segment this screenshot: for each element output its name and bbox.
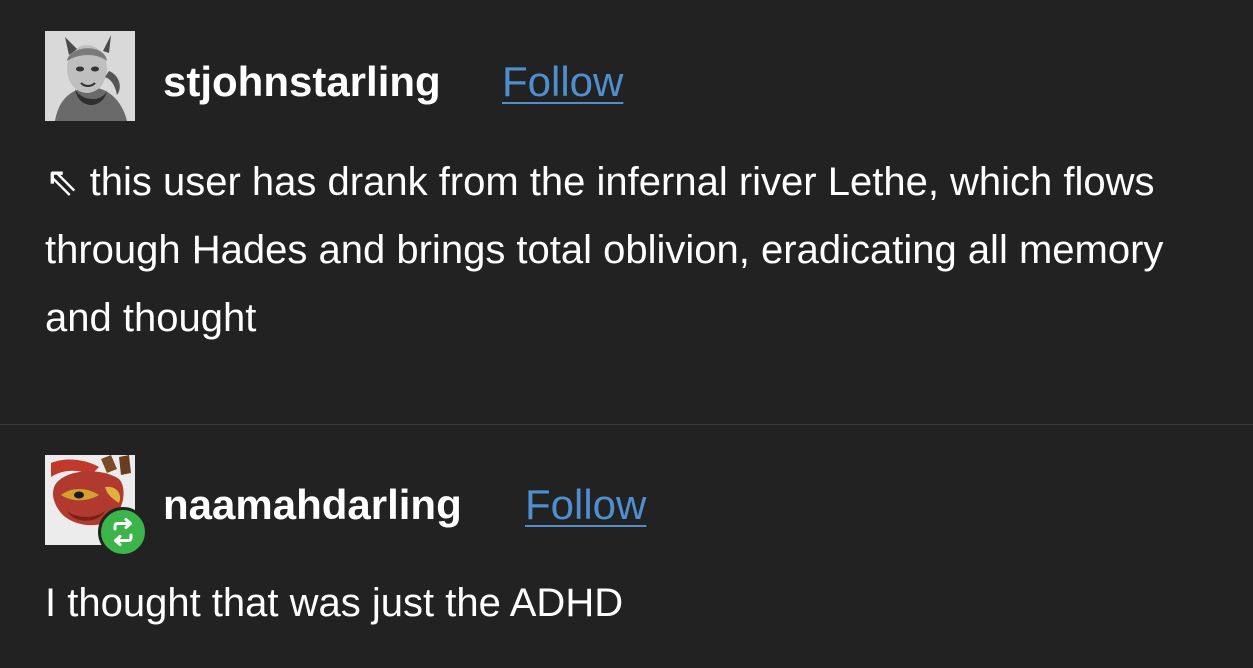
post-body: ⇖ this user has drank from the infernal … xyxy=(45,160,1164,340)
post-stjohnstarling: stjohnstarling Follow ⇖ this user has dr… xyxy=(0,0,1253,424)
post-body: I thought that was just the ADHD xyxy=(45,581,624,625)
post-naamahdarling: naamahdarling Follow I thought that was … xyxy=(0,425,1253,668)
avatar-engraving-icon xyxy=(45,31,135,121)
username[interactable]: naamahdarling xyxy=(163,481,462,529)
username[interactable]: stjohnstarling xyxy=(163,58,441,106)
avatar[interactable] xyxy=(45,31,135,121)
reblog-badge xyxy=(98,507,148,557)
follow-button[interactable]: Follow xyxy=(502,58,623,106)
reblog-icon xyxy=(113,518,133,546)
follow-button[interactable]: Follow xyxy=(525,481,646,529)
